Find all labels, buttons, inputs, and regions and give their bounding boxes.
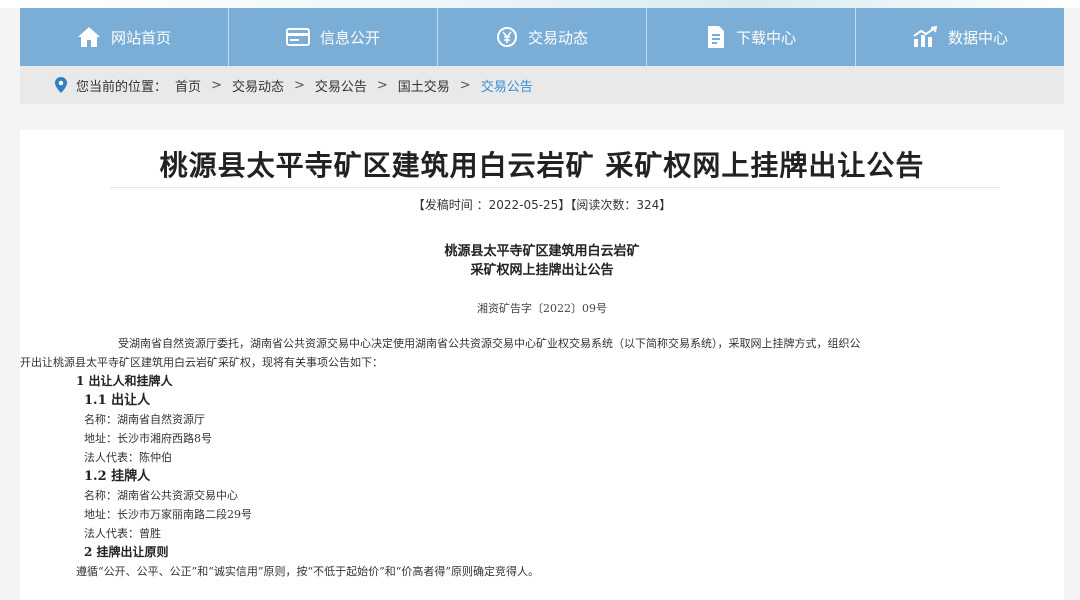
nav-home[interactable]: 网站首页: [20, 8, 229, 66]
para-intro-2: 开出让桃源县太平寺矿区建筑用白云岩矿采矿权，现将有关事项公告如下：: [20, 356, 383, 369]
title-divider: [110, 187, 1000, 188]
breadcrumb-land-trade[interactable]: 国土交易: [398, 76, 450, 95]
article-body: 受湖南省自然资源厅委托，湖南省公共资源交易中心决定使用湖南省公共资源交易中心矿业…: [20, 334, 1004, 581]
nav-info-label: 信息公开: [319, 28, 380, 47]
breadcrumb-sep: >: [293, 77, 305, 93]
seller-representative: 法人代表：陈仲伯: [84, 451, 172, 464]
section-2-heading: 2 挂牌出让原则: [84, 545, 169, 559]
principle-text: 遵循“公开、公平、公正”和“诚实信用”原则，按“不低于起始价”和“价高者得”原则…: [76, 565, 539, 578]
breadcrumb-trade-news[interactable]: 交易动态: [232, 76, 284, 95]
download-doc-icon: [706, 25, 726, 49]
breadcrumb-sep: >: [376, 77, 388, 93]
nav-home-label: 网站首页: [110, 28, 171, 47]
chart-icon: [912, 26, 938, 48]
breadcrumb-home[interactable]: 首页: [175, 76, 201, 95]
doc-number: 湘资矿告字〔2022〕09号: [477, 302, 607, 315]
nav-info[interactable]: 信息公开: [229, 8, 438, 66]
nav-trade-label: 交易动态: [527, 28, 588, 47]
card-icon: [285, 28, 310, 46]
breadcrumb-sep: >: [211, 77, 222, 93]
seller-address: 地址：长沙市湘府西路8号: [84, 432, 212, 445]
para-intro-1: 受湖南省自然资源厅委托，湖南省公共资源交易中心决定使用湖南省公共资源交易中心矿业…: [118, 337, 861, 350]
top-decoration: [0, 0, 1080, 8]
main-nav: 网站首页 信息公开 交易动态 下载中心 数据中心: [20, 8, 1064, 66]
breadcrumb-sep: >: [459, 77, 471, 93]
breadcrumb-label: 您当前的位置：: [76, 79, 168, 95]
breadcrumb-current[interactable]: 交易公告: [481, 76, 533, 95]
page-title: 桃源县太平寺矿区建筑用白云岩矿 采矿权网上挂牌出让公告: [159, 149, 925, 182]
lister-name: 名称：湖南省公共资源交易中心: [84, 489, 238, 502]
breadcrumb: 您当前的位置： 首页 > 交易动态 > 交易公告 > 国土交易 > 交易公告: [20, 66, 1064, 104]
location-pin-icon: [54, 76, 68, 98]
nav-download[interactable]: 下载中心: [647, 8, 856, 66]
nav-data-label: 数据中心: [947, 28, 1008, 47]
article-meta: 【发稿时间 ：2022-05-25】【阅读次数：324】: [412, 198, 672, 212]
doc-subtitle-1: 桃源县太平寺矿区建筑用白云岩矿: [444, 244, 640, 259]
yen-icon: [496, 26, 518, 48]
article: 桃源县太平寺矿区建筑用白云岩矿 采矿权网上挂牌出让公告 【发稿时间 ：2022-…: [20, 130, 1064, 600]
breadcrumb-trade-notice[interactable]: 交易公告: [315, 76, 367, 95]
doc-subtitle-2: 采矿权网上挂牌出让公告: [470, 263, 614, 278]
nav-trade[interactable]: 交易动态: [438, 8, 647, 66]
seller-name: 名称：湖南省自然资源厅: [84, 413, 205, 426]
nav-download-label: 下载中心: [735, 28, 796, 47]
nav-data[interactable]: 数据中心: [856, 8, 1064, 66]
lister-representative: 法人代表：曾胜: [84, 527, 161, 540]
lister-address: 地址：长沙市万家丽南路二段29号: [84, 508, 252, 521]
section-1-1-heading: 1.1 出让人: [84, 393, 151, 408]
section-1-2-heading: 1.2 挂牌人: [84, 469, 151, 484]
section-1-heading: 1 出让人和挂牌人: [76, 374, 173, 388]
home-icon: [77, 26, 101, 48]
